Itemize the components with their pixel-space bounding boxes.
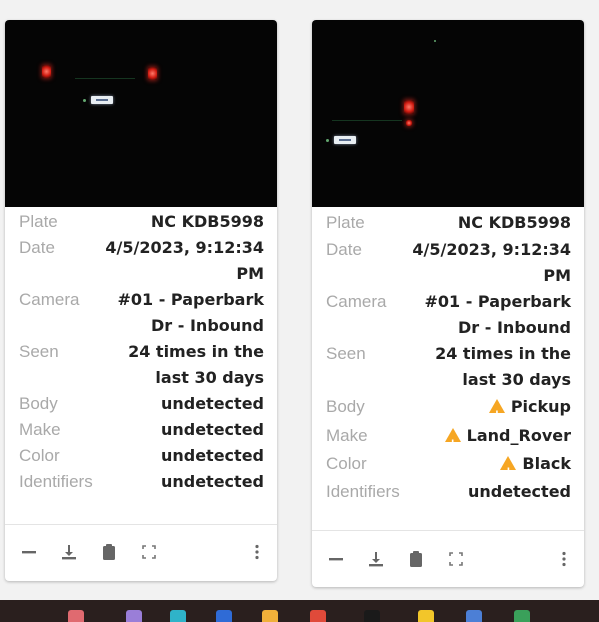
detail-label: Body	[326, 397, 365, 417]
detail-value: Land_Rover	[444, 422, 571, 458]
detail-label: Date	[19, 238, 55, 257]
taskbar-app-icon[interactable]	[68, 610, 84, 622]
detail-row-identifiers: Identifiers undetected	[19, 469, 264, 495]
detail-value: NC KDB5998	[457, 213, 571, 232]
os-taskbar	[0, 600, 599, 622]
warning-triangle-icon	[500, 455, 517, 486]
detail-value-text: Black	[522, 453, 571, 473]
taskbar-app-icon[interactable]	[364, 610, 380, 622]
detail-value: 4/5/2023, 9:12:34 PM	[105, 238, 264, 283]
fullscreen-icon[interactable]	[139, 542, 159, 562]
detail-label: Color	[326, 453, 367, 473]
vehicle-thumbnail[interactable]	[312, 20, 584, 207]
clipboard-icon[interactable]	[406, 549, 426, 569]
detail-row-color: Color Black	[326, 450, 571, 486]
detail-value: 4/5/2023, 9:12:34 PM	[412, 240, 571, 286]
detection-card: Plate NC KDB5998 Date 4/5/2023, 9:12:34 …	[5, 20, 277, 581]
detail-value: Black	[500, 450, 571, 486]
detail-label: Make	[326, 425, 368, 445]
taskbar-app-icon[interactable]	[216, 610, 232, 622]
minus-icon[interactable]	[19, 542, 39, 562]
reflection	[75, 78, 135, 79]
detail-row-identifiers: Identifiers undetected	[326, 478, 571, 506]
detail-label: Body	[19, 394, 58, 413]
detail-row-body: Body Pickup	[326, 393, 571, 430]
detail-value: NC KDB5998	[150, 212, 264, 231]
detail-row-make: Make Land_Rover	[326, 422, 571, 458]
detection-card: Plate NC KDB5998 Date 4/5/2023, 9:12:34 …	[312, 20, 584, 587]
detail-row-plate: Plate NC KDB5998	[326, 209, 571, 237]
detail-label: Plate	[19, 212, 58, 231]
license-plate	[334, 136, 356, 144]
taskbar-app-icon[interactable]	[310, 610, 326, 622]
detail-row-seen: Seen 24 times in the last 30 days	[326, 341, 571, 393]
card-divider	[312, 530, 584, 531]
more-vertical-icon[interactable]	[554, 549, 574, 569]
taskbar-app-icon[interactable]	[514, 610, 530, 622]
card-divider	[5, 524, 277, 525]
detail-label: Identifiers	[326, 482, 400, 502]
taillight	[148, 67, 157, 80]
detail-row-make: Make undetected	[19, 417, 264, 443]
detail-label: Identifiers	[19, 472, 93, 491]
detail-value-text: Land_Rover	[466, 425, 571, 445]
download-icon[interactable]	[366, 549, 386, 569]
detail-row-plate: Plate NC KDB5998	[19, 209, 264, 235]
taskbar-app-icon[interactable]	[418, 610, 434, 622]
detection-details: Plate NC KDB5998 Date 4/5/2023, 9:12:34 …	[5, 207, 277, 495]
taskbar-app-icon[interactable]	[170, 610, 186, 622]
taillight	[404, 100, 414, 114]
detail-row-camera: Camera #01 - Paperbark Dr - Inbound	[19, 287, 264, 339]
light-dot	[434, 40, 436, 42]
detail-value: undetected	[160, 420, 264, 439]
detail-label: Camera	[19, 290, 80, 309]
more-vertical-icon[interactable]	[247, 542, 267, 562]
taskbar-app-icon[interactable]	[126, 610, 142, 622]
license-plate	[91, 96, 113, 104]
taillight	[406, 120, 412, 126]
clipboard-icon[interactable]	[99, 542, 119, 562]
warning-triangle-icon	[488, 399, 505, 430]
taskbar-app-icon[interactable]	[466, 610, 482, 622]
detail-row-body: Body undetected	[19, 391, 264, 417]
detail-value: Pickup	[488, 393, 571, 430]
card-toolbar	[312, 534, 584, 584]
detail-row-color: Color undetected	[19, 443, 264, 469]
detail-value: undetected	[467, 482, 571, 502]
detail-value: 24 times in the last 30 days	[435, 344, 571, 390]
detail-label: Seen	[326, 344, 366, 364]
detail-row-seen: Seen 24 times in the last 30 days	[19, 339, 264, 391]
detail-value: #01 - Paperbark Dr - Inbound	[424, 292, 571, 338]
detail-row-camera: Camera #01 - Paperbark Dr - Inbound	[326, 289, 571, 341]
fullscreen-icon[interactable]	[446, 549, 466, 569]
download-icon[interactable]	[59, 542, 79, 562]
detail-value: undetected	[160, 472, 264, 491]
warning-triangle-icon	[444, 427, 461, 458]
detection-details: Plate NC KDB5998 Date 4/5/2023, 9:12:34 …	[312, 207, 584, 506]
detail-label: Plate	[326, 213, 365, 232]
reflection	[332, 120, 402, 121]
light-dot	[326, 139, 329, 142]
light-dot	[83, 99, 86, 102]
vehicle-thumbnail[interactable]	[5, 20, 277, 207]
detail-label: Date	[326, 240, 362, 260]
detail-value-text: Pickup	[510, 397, 571, 417]
detail-label: Color	[19, 446, 60, 465]
detail-row-date: Date 4/5/2023, 9:12:34 PM	[326, 237, 571, 289]
detail-label: Camera	[326, 292, 387, 312]
card-toolbar	[5, 527, 277, 577]
taskbar-app-icon[interactable]	[262, 610, 278, 622]
minus-icon[interactable]	[326, 549, 346, 569]
detail-label: Seen	[19, 342, 59, 361]
taillight	[42, 65, 51, 78]
detail-value: 24 times in the last 30 days	[128, 342, 264, 387]
detail-label: Make	[19, 420, 61, 439]
detail-value: #01 - Paperbark Dr - Inbound	[117, 290, 264, 335]
detail-value: undetected	[160, 394, 264, 413]
detail-row-date: Date 4/5/2023, 9:12:34 PM	[19, 235, 264, 287]
detail-value: undetected	[160, 446, 264, 465]
